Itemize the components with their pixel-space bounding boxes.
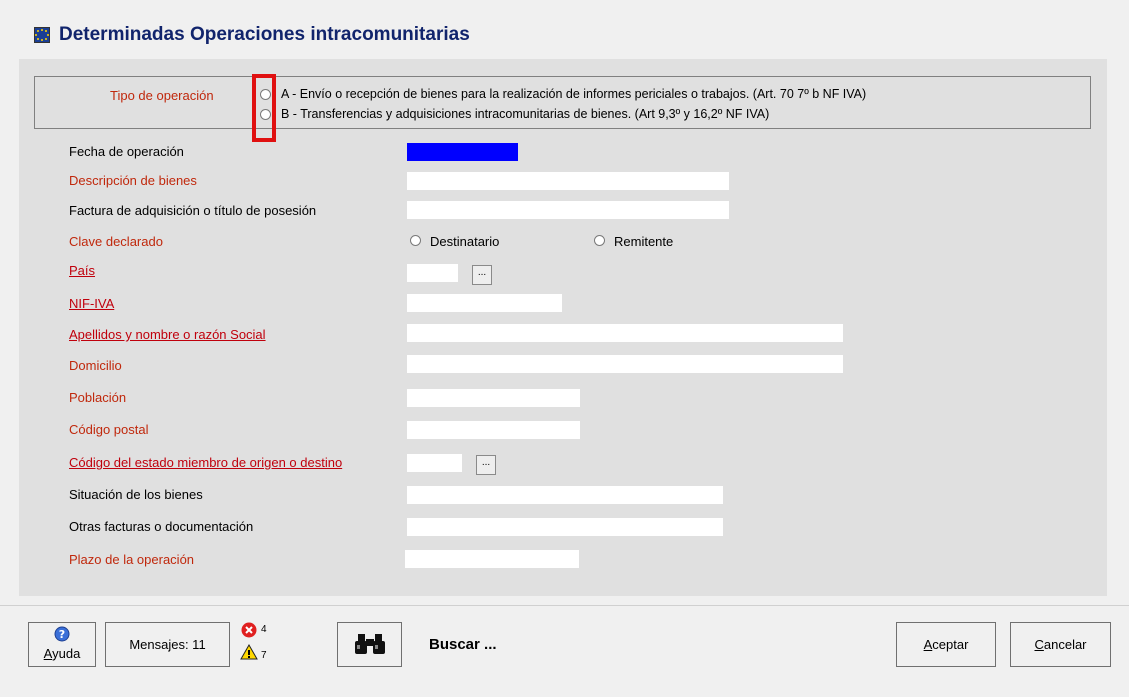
- footer-divider: [0, 605, 1129, 606]
- binoculars-icon: [355, 634, 385, 654]
- codigo-estado-label[interactable]: Código del estado miembro de origen o de…: [69, 455, 342, 470]
- nif-input[interactable]: [407, 294, 562, 312]
- cancelar-label: ancelar: [1043, 637, 1087, 652]
- otras-facturas-label: Otras facturas o documentación: [69, 519, 254, 534]
- pais-browse-button[interactable]: ...: [472, 265, 492, 285]
- search-button[interactable]: [337, 622, 402, 667]
- fecha-label: Fecha de operación: [69, 144, 184, 159]
- domicilio-label: Domicilio: [69, 358, 122, 373]
- window-title: Determinadas Operaciones intracomunitari…: [59, 24, 470, 45]
- aceptar-mnemonic: A: [923, 637, 933, 652]
- codigo-postal-input[interactable]: [407, 421, 580, 439]
- factura-input[interactable]: [407, 201, 729, 219]
- error-icon: [241, 622, 257, 638]
- warning-count: 7: [261, 650, 267, 661]
- ayuda-button[interactable]: ? Ayuda: [28, 622, 96, 667]
- cancelar-button[interactable]: Cancelar: [1010, 622, 1111, 667]
- nif-label[interactable]: NIF-IVA: [69, 296, 114, 311]
- pais-label[interactable]: País: [69, 263, 95, 278]
- poblacion-input[interactable]: [407, 389, 580, 407]
- situacion-input[interactable]: [407, 486, 723, 504]
- cancelar-mnemonic: C: [1034, 637, 1044, 652]
- eu-flag-icon: [34, 27, 50, 43]
- tipo-b-label: B - Transferencias y adquisiciones intra…: [281, 107, 770, 121]
- codigo-estado-input[interactable]: [407, 454, 462, 472]
- clave-label: Clave declarado: [69, 234, 163, 249]
- remitente-label: Remitente: [614, 234, 674, 249]
- highlight-box: [252, 74, 276, 142]
- mensajes-button[interactable]: Mensajes: 11: [105, 622, 230, 667]
- aceptar-button[interactable]: Aceptar: [896, 622, 996, 667]
- tipo-operacion-label: Tipo de operación: [110, 88, 214, 103]
- ayuda-mnemonic: A: [43, 646, 53, 661]
- apellidos-input[interactable]: [407, 324, 843, 342]
- ayuda-label: yuda: [52, 646, 81, 661]
- codigo-postal-label: Código postal: [69, 422, 149, 437]
- svg-text:?: ?: [59, 628, 65, 641]
- tipo-a-label: A - Envío o recepción de bienes para la …: [281, 87, 867, 101]
- error-count: 4: [261, 624, 267, 635]
- factura-label: Factura de adquisición o título de poses…: [69, 203, 317, 218]
- fecha-input[interactable]: [407, 143, 518, 161]
- descripcion-label: Descripción de bienes: [69, 173, 197, 188]
- apellidos-label[interactable]: Apellidos y nombre o razón Social: [69, 327, 266, 342]
- poblacion-label: Población: [69, 390, 127, 405]
- domicilio-input[interactable]: [407, 355, 843, 373]
- destinatario-radio[interactable]: [410, 235, 421, 246]
- buscar-label[interactable]: Buscar ...: [429, 636, 497, 653]
- otras-facturas-input[interactable]: [407, 518, 723, 536]
- plazo-label: Plazo de la operación: [69, 552, 195, 567]
- aceptar-label: ceptar: [932, 637, 969, 652]
- help-icon: ?: [54, 626, 70, 642]
- pais-input[interactable]: [407, 264, 458, 282]
- remitente-radio[interactable]: [594, 235, 605, 246]
- descripcion-input[interactable]: [407, 172, 729, 190]
- situacion-label: Situación de los bienes: [69, 487, 203, 502]
- codigo-estado-browse-button[interactable]: ...: [476, 455, 496, 475]
- plazo-input[interactable]: [405, 550, 579, 568]
- warning-icon: [240, 644, 258, 660]
- destinatario-label: Destinatario: [430, 234, 500, 249]
